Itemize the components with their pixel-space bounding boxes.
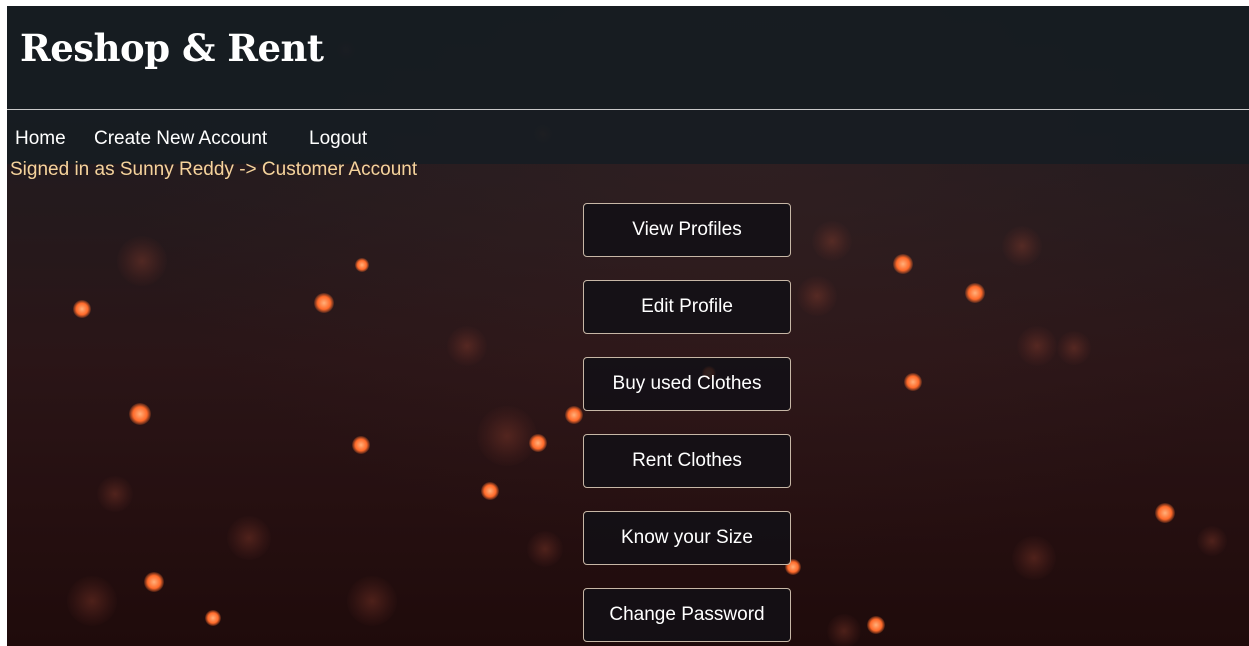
page-frame: Reshop & Rent Home Create New Account Lo…	[7, 6, 1249, 646]
nav-link-create-account[interactable]: Create New Account	[94, 128, 267, 150]
buy-used-clothes-button[interactable]: Buy used Clothes	[583, 357, 791, 411]
signed-in-status: Signed in as Sunny Reddy -> Customer Acc…	[10, 159, 418, 180]
view-profiles-button[interactable]: View Profiles	[583, 203, 791, 257]
nav-link-logout[interactable]: Logout	[309, 128, 367, 150]
rent-clothes-button[interactable]: Rent Clothes	[583, 434, 791, 488]
know-your-size-button[interactable]: Know your Size	[583, 511, 791, 565]
edit-profile-button[interactable]: Edit Profile	[583, 280, 791, 334]
change-password-button[interactable]: Change Password	[583, 588, 791, 642]
nav-bar: Home Create New Account Logout	[7, 110, 1249, 164]
nav-link-home[interactable]: Home	[15, 128, 66, 150]
brand-title: Reshop & Rent	[20, 26, 324, 70]
site-header: Reshop & Rent	[7, 6, 1249, 110]
